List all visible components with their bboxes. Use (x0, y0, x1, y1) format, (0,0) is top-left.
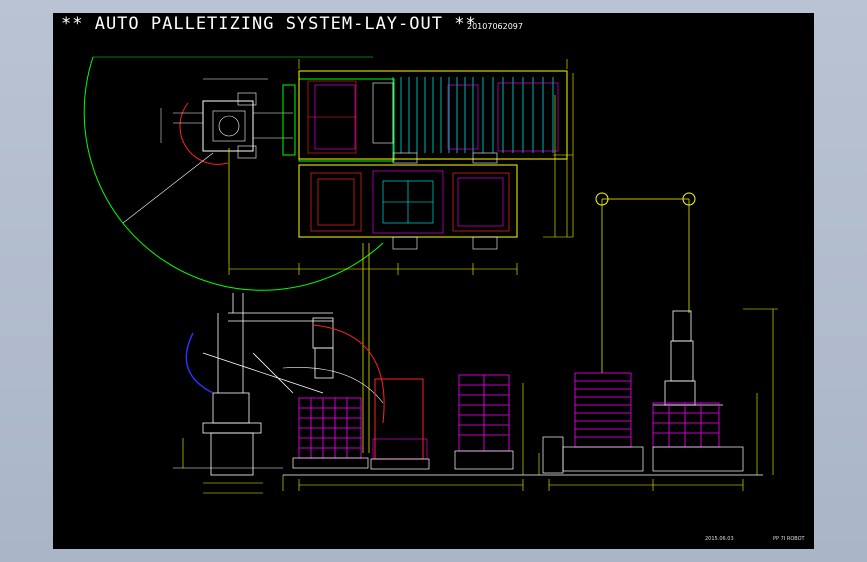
footer-label: PP 7I ROBOT (773, 536, 805, 542)
elevation-view (173, 293, 778, 494)
robot-base-plan (202, 100, 254, 152)
gripper-arc (179, 102, 229, 165)
pallet-frame-red (374, 378, 424, 460)
footer-date: 2015.06.03 (705, 536, 734, 542)
infeed-conveyor (282, 84, 296, 156)
right-robot-elevation (653, 310, 723, 406)
cad-viewport[interactable]: ** AUTO PALLETIZING SYSTEM-LAY-OUT ** 20… (53, 13, 814, 549)
pallet-stack-3 (574, 372, 632, 448)
pallet-stack-1 (298, 397, 362, 459)
pallet-stack-2 (458, 374, 510, 452)
robot-reach-arc (83, 56, 384, 291)
pallet-stack-4 (652, 402, 720, 448)
layout-drawing (83, 56, 778, 494)
plan-view (83, 56, 696, 453)
